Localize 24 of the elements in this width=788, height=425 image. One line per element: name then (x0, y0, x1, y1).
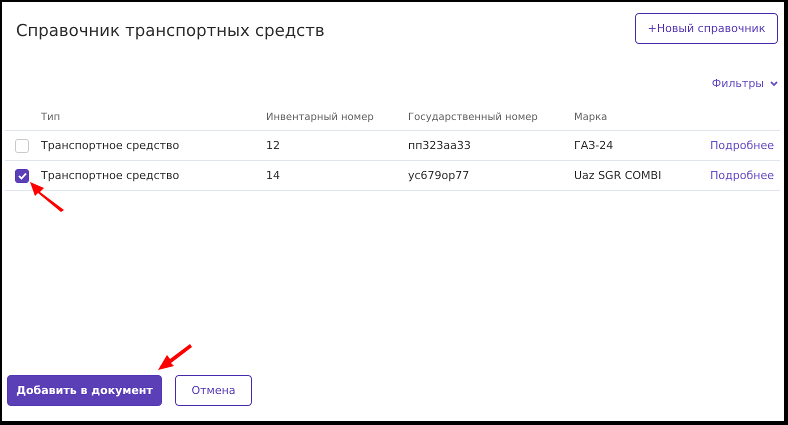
annotation-arrow (156, 342, 194, 372)
table-cell: 12 (264, 131, 406, 161)
filters-link[interactable]: Фильтры (712, 77, 764, 90)
new-directory-button[interactable]: +Новый справочник (635, 13, 778, 44)
table-cell: 14 (264, 161, 406, 191)
table-cell: ГАЗ-24 (574, 139, 614, 152)
table-cell: ус679ор77 (406, 161, 572, 191)
table-cell: Транспортное средство (39, 131, 264, 161)
table-cell: пп323аа33 (406, 131, 572, 161)
column-header: Инвентарный номер (264, 104, 406, 131)
column-header: Тип (39, 104, 264, 131)
table-cell: Uaz SGR COMBI (574, 169, 662, 182)
row-checkbox[interactable] (15, 168, 29, 182)
cancel-button[interactable]: Отмена (175, 375, 252, 406)
details-link[interactable]: Подробнее (710, 169, 774, 182)
column-header: Марка (572, 104, 780, 131)
chevron-down-icon (770, 80, 778, 86)
checkmark-icon (18, 172, 26, 180)
table-cell: Транспортное средство (39, 161, 264, 191)
dialog-title: Справочник транспортных средств (16, 21, 325, 40)
details-link[interactable]: Подробнее (710, 139, 774, 152)
row-checkbox[interactable] (15, 138, 29, 152)
column-header: Государственный номер (406, 104, 572, 131)
add-to-document-button[interactable]: Добавить в документ (7, 375, 162, 406)
